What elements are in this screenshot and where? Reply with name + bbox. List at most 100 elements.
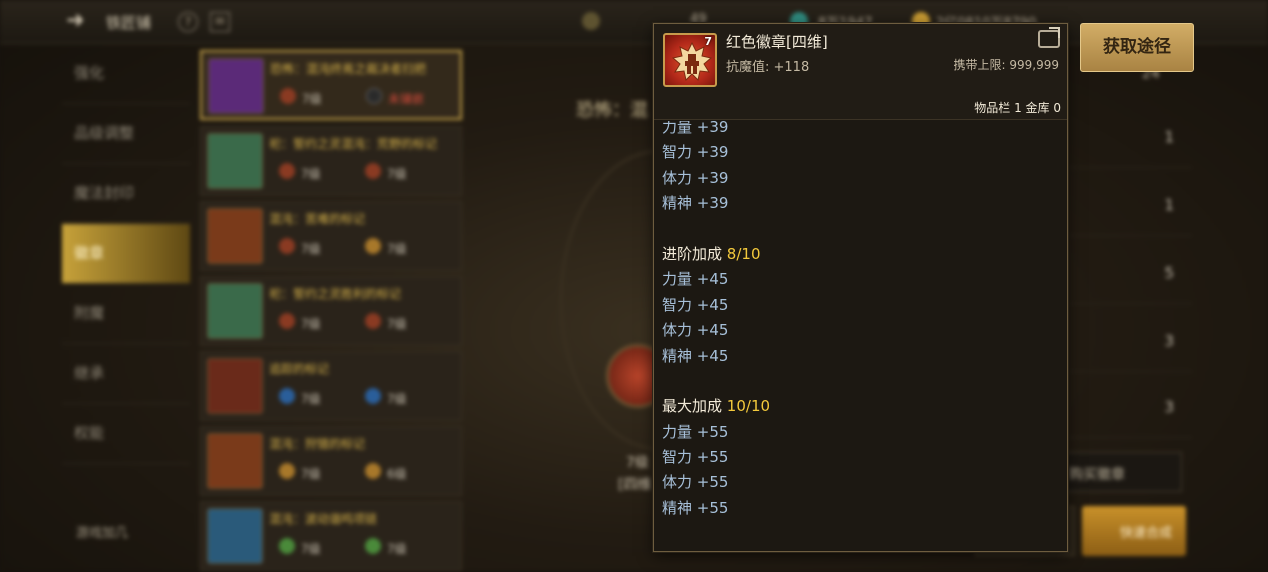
item-icon: [207, 133, 263, 189]
item-icon: [207, 283, 263, 339]
item-name: 祀：誓约之灵胜利的标记: [269, 287, 402, 301]
item-icon: [207, 433, 263, 489]
slot-icon: [365, 463, 381, 479]
sidebar-item-seal[interactable]: 魔法封印: [62, 164, 190, 224]
stat-line: 体力 +39: [662, 168, 729, 187]
item-icon: [207, 358, 263, 414]
slot-level: 7级: [301, 392, 321, 406]
sidebar-item-enchant[interactable]: 附魔: [62, 284, 190, 344]
acquire-source-button[interactable]: 获取途径: [1080, 23, 1194, 72]
slot-level: 7级: [387, 392, 407, 406]
stat-line: 智力 +45: [662, 295, 729, 314]
item-icon: [208, 58, 264, 114]
red-emblem-icon: 7: [663, 33, 717, 87]
slot-level: 7级: [387, 317, 407, 331]
section-heading: 最大加成 10/10: [662, 394, 770, 419]
list-item[interactable]: 3: [1068, 308, 1192, 372]
share-icon[interactable]: [1038, 27, 1060, 48]
slot-level: 7级: [301, 467, 321, 481]
slot-level: 6级: [387, 467, 407, 481]
sidebar-item-emblem[interactable]: 徽章: [62, 224, 190, 284]
slot-icon: [365, 313, 381, 329]
brand-label: 游戏加几: [76, 526, 129, 541]
list-item[interactable]: 1: [1068, 104, 1192, 168]
list-item[interactable]: 3: [1068, 374, 1192, 438]
stat-line: 力量 +55: [662, 422, 729, 441]
emblem-level: 7级: [626, 455, 649, 471]
slot-level: 7级: [301, 317, 321, 331]
item-name: 混沌：狩猎的标记: [269, 437, 366, 451]
slot-icon: [279, 538, 295, 554]
slot-icon: [365, 163, 381, 179]
slot-icon: [365, 238, 381, 254]
sidebar-item-authority[interactable]: 权能: [62, 404, 190, 464]
slot-icon: [280, 88, 296, 104]
slot-icon: [365, 388, 381, 404]
tooltip-stats: 力量 +39 智力 +39 体力 +39 精神 +39 进阶加成 8/10 力量…: [654, 121, 1067, 551]
emblem-level-badge: 7: [704, 35, 712, 48]
stat-line: 体力 +45: [662, 321, 729, 340]
item-name: 混沌：波动谐鸣项链: [269, 512, 378, 526]
stat-line: 智力 +39: [662, 143, 729, 162]
item-name: 红色徽章[四维]: [726, 33, 828, 51]
mail-icon[interactable]: ✉: [210, 12, 230, 32]
item-tooltip: 7 红色徽章[四维] 抗魔值: +118 携带上限: 999,999 物品栏 1…: [653, 23, 1068, 552]
help-icon[interactable]: ?: [178, 12, 198, 32]
stat-line: 智力 +55: [662, 448, 729, 467]
list-item[interactable]: 混沌：狩猎的标记 7级 6级: [200, 426, 462, 496]
slot-icon: [279, 388, 295, 404]
list-item[interactable]: 追踪的标记 7级 7级: [200, 351, 462, 421]
slot-level: 未镶嵌: [388, 92, 425, 106]
list-item[interactable]: 恐怖：混沌终焉之裁决者扫把 7级 未镶嵌: [200, 50, 462, 120]
list-item[interactable]: 混沌：波动谐鸣项链 7级 7级: [200, 501, 462, 571]
page-title: 铁匠铺: [106, 14, 152, 32]
stat-line: 精神 +39: [662, 194, 729, 213]
slot-icon: [279, 238, 295, 254]
game-background: ➜ 铁匠铺 ? ✉ 49 8万1947 2亿0810万8790 强化 品级调整 …: [0, 0, 1268, 572]
sidebar-item-enhance[interactable]: 强化: [62, 44, 190, 104]
section-title: 进阶加成: [662, 244, 723, 263]
slot-level: 7级: [301, 167, 321, 181]
quick-synthesis-button[interactable]: 快速合成: [1082, 506, 1186, 556]
sidebar-item-grade[interactable]: 品级调整: [62, 104, 190, 164]
list-item[interactable]: 祀：誓约之灵胜利的标记 7级 7级: [200, 276, 462, 346]
section-fraction: 10/10: [726, 397, 771, 416]
carry-limit: 携带上限: 999,999: [953, 58, 1059, 72]
section-title: 最大加成: [662, 397, 723, 416]
list-item[interactable]: 祀：誓约之灵混沌：荒野的标记 7级 7级: [200, 126, 462, 196]
item-name: 追踪的标记: [269, 362, 330, 376]
slot-level: 7级: [301, 542, 321, 556]
slot-level: 7级: [301, 242, 321, 256]
stat-line: 精神 +55: [662, 498, 729, 517]
list-item[interactable]: 1: [1068, 172, 1192, 236]
back-arrow-icon[interactable]: ➜: [66, 8, 84, 33]
slot-level: 7级: [387, 242, 407, 256]
stat-line: 力量 +45: [662, 270, 729, 289]
emblem-count: 5: [1164, 264, 1174, 282]
emblem-type: [四维: [618, 477, 652, 493]
emblem-count: 3: [1164, 332, 1174, 350]
emblem-count: 3: [1164, 398, 1174, 416]
item-name: 混沌：苦难的标记: [269, 212, 366, 226]
stock-count: 物品栏 1 金库 0: [974, 101, 1061, 115]
stat-line: 精神 +45: [662, 346, 729, 365]
slot-icon: [279, 463, 295, 479]
sidebar: 强化 品级调整 魔法封印 徽章 附魔 继承 权能: [62, 44, 190, 572]
top-bar: ➜ 铁匠铺 ? ✉ 49 8万1947 2亿0810万8790: [0, 0, 1268, 44]
slot-icon: [279, 313, 295, 329]
slot-level: 7级: [387, 542, 407, 556]
slot-icon: [365, 538, 381, 554]
emblem-count: 1: [1164, 128, 1174, 146]
item-icon: [207, 508, 263, 564]
slot-level: 7级: [387, 167, 407, 181]
section-heading: 进阶加成 8/10: [662, 242, 770, 267]
stat-line: 力量 +39: [662, 121, 729, 136]
emblem-count: 1: [1164, 196, 1174, 214]
section-fraction: 8/10: [726, 244, 761, 263]
item-icon: [207, 208, 263, 264]
list-item[interactable]: 混沌：苦难的标记 7级 7级: [200, 201, 462, 271]
sidebar-item-inherit[interactable]: 继承: [62, 344, 190, 404]
equipment-title: 恐怖：混: [576, 100, 648, 121]
list-item[interactable]: 5: [1068, 240, 1192, 304]
tooltip-header: 7 红色徽章[四维] 抗魔值: +118 携带上限: 999,999 物品栏 1…: [654, 24, 1067, 120]
